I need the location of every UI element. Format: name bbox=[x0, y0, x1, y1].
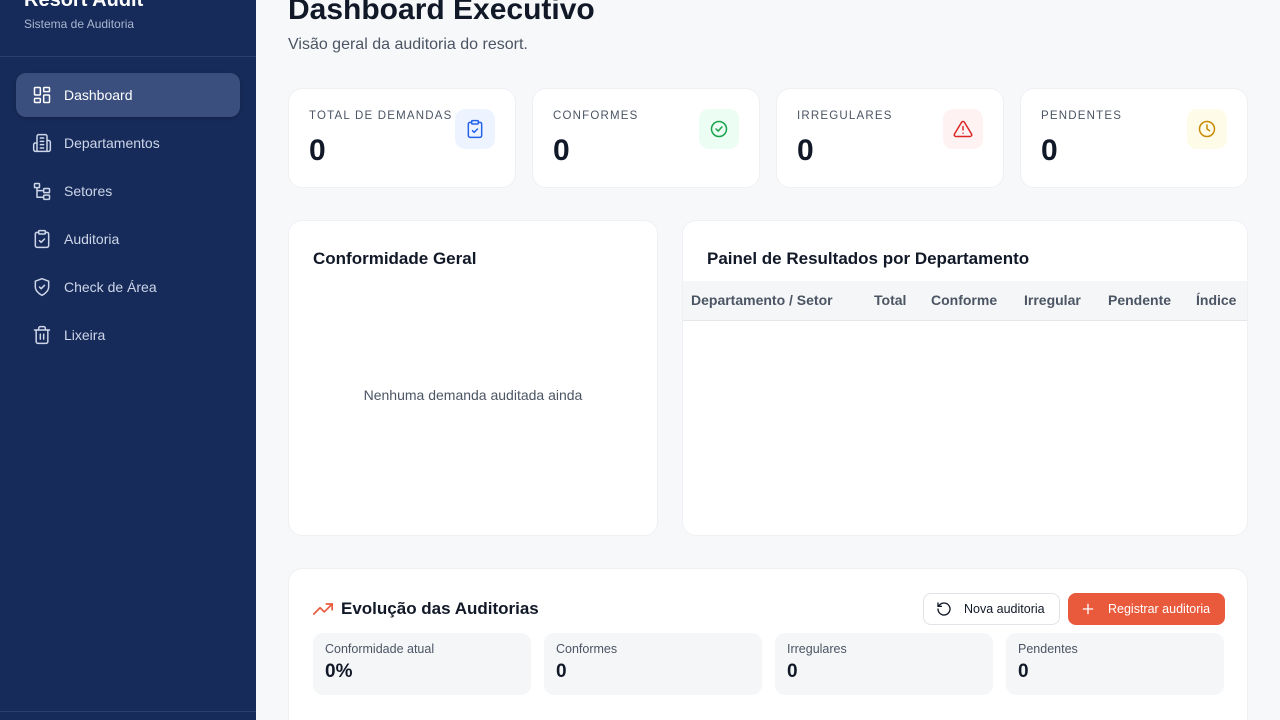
sidebar-footer-divider bbox=[0, 711, 256, 712]
metric-label: Conformidade atual bbox=[325, 642, 435, 656]
metric-card-conformidade: Conformidade atual 0% bbox=[313, 633, 531, 695]
column-header-indice[interactable]: Índice bbox=[1196, 292, 1236, 308]
stat-value: 0 bbox=[309, 134, 326, 167]
sidebar-item-label: Departamentos bbox=[64, 135, 160, 151]
conformidade-title: Conformidade Geral bbox=[313, 249, 477, 268]
stat-label: CONFORMES bbox=[553, 110, 639, 122]
sidebar-item-label: Dashboard bbox=[64, 87, 133, 103]
stat-card-pendentes: PENDENTES 0 bbox=[1020, 88, 1248, 188]
metric-card-pendentes: Pendentes 0 bbox=[1006, 633, 1224, 695]
metric-value: 0% bbox=[325, 661, 353, 682]
sidebar-item-check-de-area[interactable]: Check de Área bbox=[16, 265, 240, 309]
column-header-irregular[interactable]: Irregular bbox=[1024, 292, 1081, 308]
metric-label: Irregulares bbox=[787, 642, 847, 656]
brand: Resort Audit Sistema de Auditoria bbox=[24, 0, 143, 32]
metric-card-conformes: Conformes 0 bbox=[544, 633, 762, 695]
sidebar-item-label: Lixeira bbox=[64, 327, 106, 343]
column-header-pendente[interactable]: Pendente bbox=[1108, 292, 1171, 308]
brand-subtitle: Sistema de Auditoria bbox=[24, 17, 135, 31]
metric-label: Conformes bbox=[556, 642, 618, 656]
new-audit-label: Nova auditoria bbox=[964, 602, 1045, 616]
empty-state-text: Nenhuma demanda auditada ainda bbox=[363, 387, 583, 403]
new-audit-button[interactable]: Nova auditoria bbox=[923, 593, 1060, 625]
sidebar-item-label: Check de Área bbox=[64, 279, 157, 295]
metric-label: Pendentes bbox=[1018, 642, 1078, 656]
sidebar-nav: Dashboard Departamentos Setores Auditori… bbox=[16, 73, 240, 361]
plus-icon bbox=[1082, 603, 1094, 615]
sidebar: Resort Audit Sistema de Auditoria Dashbo… bbox=[0, 0, 256, 720]
sidebar-item-dashboard[interactable]: Dashboard bbox=[16, 73, 240, 117]
stat-card-total: TOTAL DE DEMANDAS 0 bbox=[288, 88, 516, 188]
hierarchy-icon bbox=[32, 181, 52, 201]
sidebar-item-lixeira[interactable]: Lixeira bbox=[16, 313, 240, 357]
evolution-panel: Evolução das Auditorias Nova auditoria R… bbox=[288, 568, 1248, 720]
trending-up-icon bbox=[313, 603, 333, 615]
page-title: Dashboard Executivo bbox=[288, 0, 595, 26]
trash-icon bbox=[32, 325, 52, 345]
register-audit-button[interactable]: Registrar auditoria bbox=[1068, 593, 1225, 625]
sidebar-item-departamentos[interactable]: Departamentos bbox=[16, 121, 240, 165]
results-panel: Painel de Resultados por Departamento De… bbox=[682, 220, 1248, 536]
clock-icon bbox=[1187, 109, 1227, 149]
sidebar-item-label: Auditoria bbox=[64, 231, 120, 247]
register-audit-label: Registrar auditoria bbox=[1108, 602, 1211, 616]
alert-triangle-icon bbox=[943, 109, 983, 149]
evolution-title: Evolução das Auditorias bbox=[341, 599, 539, 618]
conformidade-panel: Conformidade Geral Nenhuma demanda audit… bbox=[288, 220, 658, 536]
clipboard-check-icon bbox=[32, 229, 52, 249]
stat-label: TOTAL DE DEMANDAS bbox=[309, 110, 453, 122]
stat-label: IRREGULARES bbox=[797, 110, 893, 122]
column-header-departamento[interactable]: Departamento / Setor bbox=[691, 292, 833, 308]
metric-value: 0 bbox=[787, 661, 798, 682]
results-table-header: Departamento / Setor Total Conforme Irre… bbox=[683, 281, 1247, 321]
page-subtitle: Visão geral da auditoria do resort. bbox=[288, 36, 528, 53]
stat-label: PENDENTES bbox=[1041, 110, 1123, 122]
results-title: Painel de Resultados por Departamento bbox=[707, 249, 1030, 268]
stat-card-irregulares: IRREGULARES 0 bbox=[776, 88, 1004, 188]
sidebar-item-auditoria[interactable]: Auditoria bbox=[16, 217, 240, 261]
column-header-total[interactable]: Total bbox=[874, 292, 906, 308]
stat-card-conformes: CONFORMES 0 bbox=[532, 88, 760, 188]
stat-value: 0 bbox=[797, 134, 814, 167]
stat-value: 0 bbox=[553, 134, 570, 167]
main-content: Dashboard Executivo Visão geral da audit… bbox=[256, 0, 1280, 720]
column-header-conforme[interactable]: Conforme bbox=[931, 292, 997, 308]
metric-value: 0 bbox=[1018, 661, 1029, 682]
refresh-icon bbox=[937, 602, 951, 616]
check-circle-icon bbox=[699, 109, 739, 149]
building-icon bbox=[32, 133, 52, 153]
clipboard-check-icon bbox=[455, 109, 495, 149]
metric-card-irregulares: Irregulares 0 bbox=[775, 633, 993, 695]
metric-value: 0 bbox=[556, 661, 567, 682]
shield-check-icon bbox=[32, 277, 52, 297]
sidebar-item-label: Setores bbox=[64, 183, 113, 199]
stat-value: 0 bbox=[1041, 134, 1058, 167]
brand-title: Resort Audit bbox=[24, 0, 144, 11]
sidebar-item-setores[interactable]: Setores bbox=[16, 169, 240, 213]
sidebar-divider bbox=[0, 56, 256, 57]
grid-icon bbox=[32, 85, 52, 105]
